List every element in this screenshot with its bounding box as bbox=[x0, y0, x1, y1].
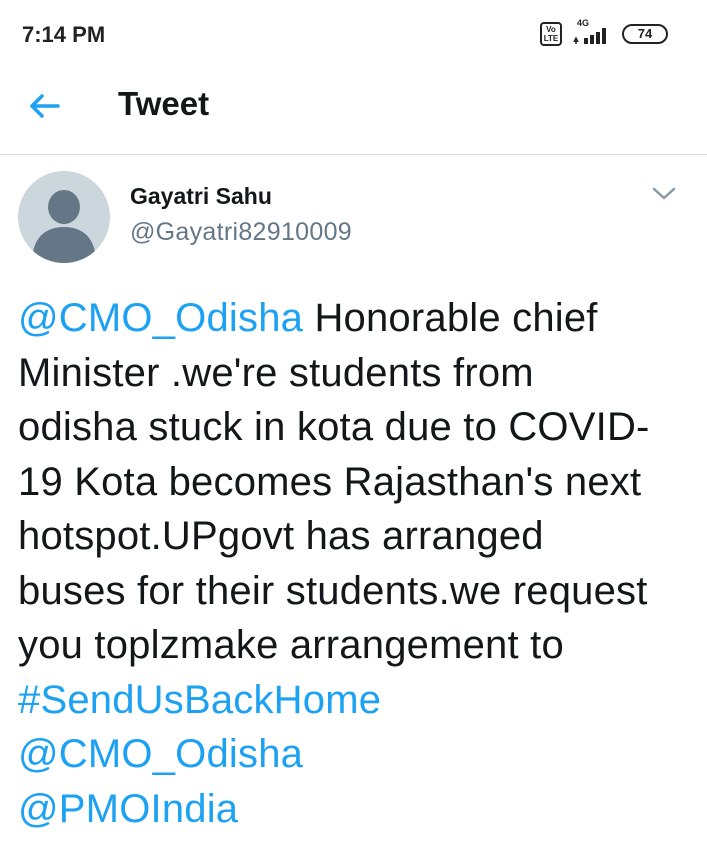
tweet-text-segment: Honorable chief bbox=[303, 296, 598, 340]
mention-link[interactable]: @CMO_Odisha bbox=[18, 727, 698, 782]
battery-level: 74 bbox=[637, 26, 653, 41]
tweet-menu-button[interactable] bbox=[650, 183, 678, 205]
page-title: Tweet bbox=[118, 85, 210, 122]
tweet-line: 19 Kota becomes Rajasthan's next bbox=[18, 459, 642, 504]
status-time: 7:14 PM bbox=[22, 22, 106, 47]
tweet-line: hotspot.UPgovt has arranged bbox=[18, 514, 544, 558]
tweet-line: buses for their students.we request bbox=[18, 568, 648, 613]
author-handle[interactable]: @Gayatri82910009 bbox=[130, 218, 352, 247]
network-type: 4G bbox=[577, 18, 590, 28]
author-name[interactable]: Gayatri Sahu bbox=[130, 183, 272, 210]
battery-icon: 74 bbox=[622, 24, 668, 44]
avatar[interactable] bbox=[18, 171, 110, 263]
back-button[interactable] bbox=[28, 88, 68, 124]
volte-icon: Vo LTE bbox=[540, 22, 562, 46]
tweet-header: Tweet bbox=[0, 70, 707, 155]
signal-strength-icon bbox=[573, 28, 606, 44]
tweet-line: odisha stuck in kota due to COVID- bbox=[18, 405, 650, 449]
tweet-line: Minister .we're students from bbox=[18, 350, 534, 395]
tweet-line: @CMO_Odisha Honorable chief bbox=[18, 291, 698, 346]
tweet-text: @CMO_Odisha Honorable chief Minister .we… bbox=[18, 291, 698, 836]
mention-link[interactable]: @PMOIndia bbox=[18, 782, 698, 837]
default-profile-icon bbox=[32, 190, 96, 263]
tweet-line: you toplzmake arrangement to bbox=[18, 623, 564, 667]
hashtag-link[interactable]: #SendUsBackHome bbox=[18, 673, 698, 728]
mention-link[interactable]: @CMO_Odisha bbox=[18, 296, 303, 340]
back-arrow-icon bbox=[30, 94, 60, 118]
chevron-down-icon bbox=[652, 187, 676, 200]
status-bar: 7:14 PM Vo LTE 4G 74 bbox=[0, 0, 707, 70]
